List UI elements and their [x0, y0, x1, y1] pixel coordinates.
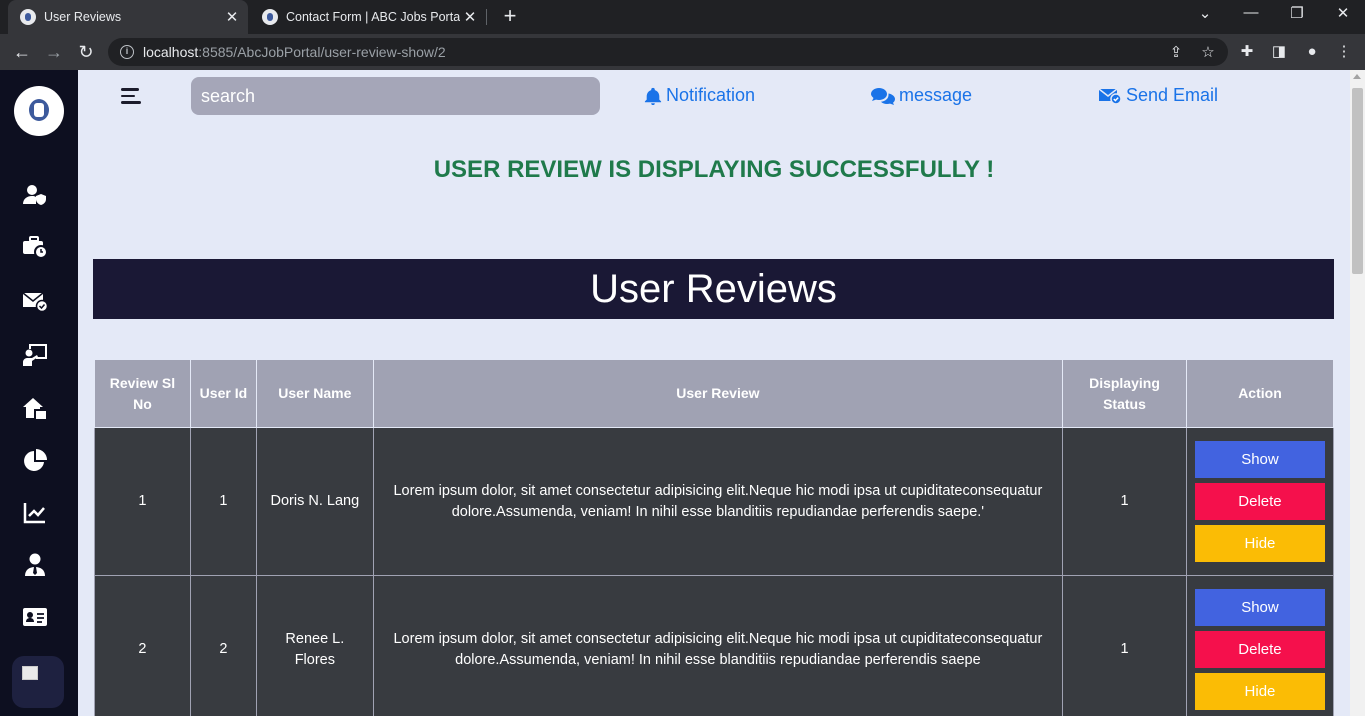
extensions-icon[interactable]: ✚: [1237, 42, 1257, 62]
tab-contact-form[interactable]: Contact Form | ABC Jobs Portal ✕: [250, 0, 486, 34]
table-row: 1 1 Doris N. Lang Lorem ipsum dolor, sit…: [94, 427, 1335, 576]
message-label: message: [899, 85, 973, 105]
header-displaying-status: Displaying Status: [1062, 359, 1187, 428]
user-shield-icon[interactable]: [22, 182, 48, 208]
reload-icon[interactable]: ↻: [74, 40, 98, 64]
minimize-icon[interactable]: —: [1239, 4, 1263, 21]
abc-jobs-logo[interactable]: [14, 86, 64, 136]
cell-user-id: 2: [189, 575, 257, 716]
comments-icon: [871, 87, 895, 105]
cell-user-name: Doris N. Lang: [255, 427, 374, 576]
header-action: Action: [1185, 359, 1335, 428]
broken-image-icon: [12, 656, 64, 708]
restore-icon[interactable]: ❐: [1285, 4, 1309, 22]
hide-button[interactable]: Hide: [1194, 673, 1325, 710]
cell-status: 1: [1062, 427, 1187, 576]
show-button[interactable]: Show: [1194, 589, 1325, 626]
close-tab-icon[interactable]: ✕: [460, 8, 480, 26]
profile-icon[interactable]: ●: [1302, 42, 1322, 62]
reviews-table: Review Sl No User Id User Name User Revi…: [94, 359, 1335, 716]
notification-label: Notification: [666, 85, 756, 105]
header-user-id: User Id: [189, 359, 257, 428]
header-user-review: User Review: [372, 359, 1064, 428]
table-header-row: Review Sl No User Id User Name User Revi…: [94, 359, 1335, 428]
delete-button[interactable]: Delete: [1194, 631, 1325, 668]
cell-review: Lorem ipsum dolor, sit amet consectetur …: [372, 575, 1064, 716]
hide-button[interactable]: Hide: [1194, 525, 1325, 562]
cell-sl-no: 1: [94, 427, 191, 576]
message-link[interactable]: message: [871, 85, 972, 106]
table-row: 2 2 Renee L. Flores Lorem ipsum dolor, s…: [94, 575, 1335, 716]
main-content: Notification message Send Email USER REV…: [78, 70, 1350, 716]
favicon-icon: [262, 9, 278, 25]
send-email-link[interactable]: Send Email: [1098, 85, 1218, 106]
pie-chart-icon[interactable]: [22, 448, 48, 474]
url-text: localhost:8585/AbcJobPortal/user-review-…: [143, 44, 446, 60]
cell-status: 1: [1062, 575, 1187, 716]
line-chart-icon[interactable]: [22, 500, 48, 526]
cell-actions: Show Delete Hide: [1185, 427, 1335, 576]
envelope-check-icon[interactable]: [22, 288, 49, 314]
id-card-icon[interactable]: [22, 604, 48, 630]
header-review-sl-no: Review Sl No: [94, 359, 191, 428]
scroll-up-arrow-icon[interactable]: [1353, 74, 1361, 79]
cell-user-id: 1: [189, 427, 257, 576]
notification-link[interactable]: Notification: [644, 85, 755, 106]
side-panel-icon[interactable]: ◨: [1269, 42, 1289, 62]
menu-kebab-icon[interactable]: ⋮: [1334, 42, 1354, 62]
bookmark-star-icon[interactable]: ☆: [1198, 43, 1218, 61]
cell-review: Lorem ipsum dolor, sit amet consectetur …: [372, 427, 1064, 576]
envelope-check-icon: [1098, 87, 1122, 105]
close-window-icon[interactable]: ✕: [1331, 4, 1355, 22]
scrollbar-thumb[interactable]: [1352, 88, 1363, 274]
cell-actions: Show Delete Hide: [1185, 575, 1335, 716]
header-user-name: User Name: [255, 359, 374, 428]
browser-tab-bar: User Reviews ✕ Contact Form | ABC Jobs P…: [0, 0, 1365, 34]
page-title: User Reviews: [93, 259, 1334, 319]
tab-search-icon[interactable]: ⌄: [1193, 4, 1217, 22]
search-input[interactable]: [191, 77, 600, 115]
hamburger-menu-icon[interactable]: [121, 88, 141, 104]
user-tie-icon[interactable]: [22, 552, 48, 578]
cell-user-name: Renee L. Flores: [255, 575, 374, 716]
favicon-icon: [20, 9, 36, 25]
show-button[interactable]: Show: [1194, 441, 1325, 478]
tab-user-reviews[interactable]: User Reviews ✕: [8, 0, 248, 34]
house-icon[interactable]: [22, 396, 48, 422]
success-message: USER REVIEW IS DISPLAYING SUCCESSFULLY !: [433, 156, 995, 183]
forward-icon[interactable]: →: [42, 40, 66, 64]
tab-title: User Reviews: [44, 10, 122, 24]
close-tab-icon[interactable]: ✕: [222, 8, 242, 26]
back-icon[interactable]: ←: [10, 40, 34, 64]
bell-icon: [644, 87, 662, 105]
share-icon[interactable]: ⇪: [1166, 43, 1186, 61]
tab-separator: [486, 9, 487, 25]
new-tab-icon[interactable]: +: [498, 5, 522, 29]
send-email-label: Send Email: [1126, 85, 1219, 105]
tab-title: Contact Form | ABC Jobs Portal: [286, 10, 460, 24]
page-scrollbar[interactable]: [1350, 70, 1365, 716]
address-bar[interactable]: i localhost:8585/AbcJobPortal/user-revie…: [108, 38, 1228, 66]
briefcase-clock-icon[interactable]: [22, 234, 48, 260]
presentation-icon[interactable]: [22, 342, 48, 368]
cell-sl-no: 2: [94, 575, 191, 716]
sidebar: [0, 70, 78, 716]
browser-toolbar: ← → ↻ i localhost:8585/AbcJobPortal/user…: [0, 34, 1365, 70]
delete-button[interactable]: Delete: [1194, 483, 1325, 520]
site-info-icon[interactable]: i: [120, 45, 134, 59]
